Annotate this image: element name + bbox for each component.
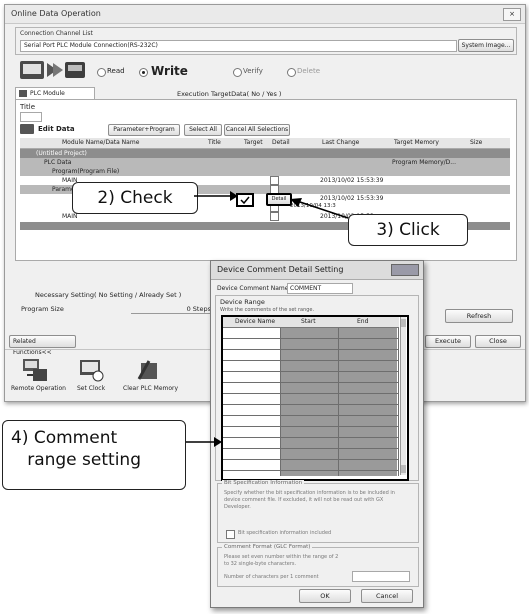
device-range-note: Write the comments of the set range. [220, 307, 315, 313]
detail-button[interactable]: Detail [266, 193, 292, 206]
row-memory: Program Memory/D... [392, 159, 456, 166]
remote-operation-icon[interactable] [21, 357, 49, 383]
comment-format-title: Comment Format (GLC Format) [222, 544, 313, 550]
data-grid-header: Module Name/Data Name Title Target Detai… [20, 138, 510, 149]
related-functions-toggle[interactable]: Related Functions<< [9, 335, 76, 356]
remote-operation-label: Remote Operation [11, 385, 66, 392]
close-button[interactable]: Close [475, 335, 521, 348]
select-all-button[interactable]: Select All [184, 124, 222, 136]
window-titlebar: Online Data Operation × [5, 5, 525, 24]
col-target-memory: Target Memory [394, 139, 439, 146]
ok-button[interactable]: OK [299, 589, 351, 603]
chars-input[interactable] [352, 571, 410, 582]
tab-plc-module-label: PLC Module [30, 90, 65, 97]
col-size: Size [470, 139, 483, 146]
execute-button[interactable]: Execute [425, 335, 471, 348]
edit-data-label: Edit Data [38, 125, 75, 133]
bit-spec-title: Bit Specification Information [222, 480, 305, 486]
edit-data-icon [20, 124, 34, 134]
table-scrollbar[interactable] [400, 317, 406, 475]
bit-spec-group: Bit Specification Information Specify wh… [217, 480, 419, 543]
dialog-title: Device Comment Detail Setting [217, 265, 344, 274]
comment-name-label: Device Comment Name [217, 285, 289, 292]
row-name: PLC Data [44, 159, 72, 166]
scroll-down-icon[interactable] [401, 465, 406, 473]
checked-target-highlight[interactable] [236, 193, 254, 207]
target-checkbox[interactable] [270, 176, 279, 185]
close-icon[interactable]: × [503, 8, 521, 21]
comment-format-group: Comment Format (GLC Format) Please set e… [217, 544, 419, 587]
col-last-change: Last Change [322, 139, 360, 146]
col-detail: Detail [272, 139, 290, 146]
row-last-change: 2013/10/02 15:53:39 [320, 177, 384, 184]
col-module-name: Module Name/Data Name [62, 139, 140, 146]
comment-name-field[interactable]: COMMENT [287, 283, 353, 294]
write-label: Write [151, 64, 188, 78]
cancel-button[interactable]: Cancel [361, 589, 413, 603]
bit-spec-checkbox[interactable] [226, 530, 235, 539]
clear-plc-memory-icon[interactable] [135, 357, 163, 383]
row-name: MAIN [62, 213, 78, 220]
connection-value[interactable]: Serial Port PLC Module Connection(RS-232… [20, 40, 457, 52]
connection-group: Connection Channel List Serial Port PLC … [15, 27, 517, 55]
device-range-label: Device Range [220, 298, 265, 306]
verify-radio[interactable] [233, 68, 242, 77]
window-title: Online Data Operation [11, 9, 101, 18]
title-input[interactable] [20, 112, 42, 122]
write-radio[interactable] [139, 68, 148, 77]
device-range-table-header: Device Name Start End [223, 317, 399, 328]
callout-comment-range-arrow [186, 437, 222, 447]
device-comment-detail-dialog: Device Comment Detail Setting Device Com… [210, 260, 424, 608]
row-name: (Untitled Project) [36, 150, 87, 157]
delete-label: Delete [297, 67, 320, 75]
delete-radio[interactable] [287, 68, 296, 77]
set-clock-icon[interactable] [77, 357, 105, 383]
program-size-label: Program Size [21, 305, 64, 313]
set-clock-label: Set Clock [77, 385, 106, 392]
cancel-all-selections-button[interactable]: Cancel All Selections [224, 124, 290, 136]
connection-group-label: Connection Channel List [20, 30, 93, 37]
table-row[interactable]: (Untitled Project) [20, 149, 510, 158]
title-label: Title [20, 103, 36, 111]
chars-label: Number of characters per 1 comment [224, 574, 319, 580]
comment-format-text: Please set even number within the range … [224, 554, 339, 567]
parameter-program-button[interactable]: Parameter+Program [108, 124, 180, 136]
table-grid-lines [223, 328, 399, 476]
table-row[interactable]: Program(Program File) [20, 167, 510, 176]
col-device-name: Device Name [235, 318, 276, 325]
pc-plc-transfer-icon [19, 59, 87, 81]
dialog-titlebar: Device Comment Detail Setting [211, 261, 423, 280]
execution-target: Execution TargetData( No / Yes ) [177, 90, 282, 98]
target-checkbox[interactable] [270, 212, 279, 221]
dialog-close-icon[interactable] [391, 264, 419, 276]
callout-click-arrow [290, 198, 349, 219]
necessary-setting: Necessary Setting( No Setting / Already … [35, 291, 182, 299]
plc-module-icon [19, 90, 27, 97]
read-radio[interactable] [97, 68, 106, 77]
read-label: Read [107, 67, 125, 75]
callout-comment-range: 4) Comment range setting [2, 420, 186, 490]
col-end: End [357, 318, 369, 325]
callout-check-arrow [194, 191, 238, 201]
bit-spec-text: Specify whether the bit specification in… [224, 490, 395, 510]
device-range-table[interactable]: Device Name Start End [221, 315, 409, 481]
col-target: Target [244, 139, 263, 146]
table-row[interactable]: PLC Data Program Memory/D... [20, 158, 510, 167]
program-size-value: 0 Steps [131, 305, 211, 314]
callout-click: 3) Click [348, 214, 468, 246]
system-image-button[interactable]: System Image... [458, 39, 514, 52]
callout-check: 2) Check [72, 182, 198, 214]
col-title: Title [208, 139, 221, 146]
refresh-button[interactable]: Refresh [445, 309, 513, 323]
scroll-up-icon[interactable] [401, 319, 406, 327]
row-name: Program(Program File) [52, 168, 120, 175]
verify-label: Verify [243, 67, 263, 75]
bit-spec-checkbox-label: Bit specification information included [238, 530, 332, 536]
clear-plc-memory-label: Clear PLC Memory [123, 385, 179, 392]
col-start: Start [301, 318, 316, 325]
